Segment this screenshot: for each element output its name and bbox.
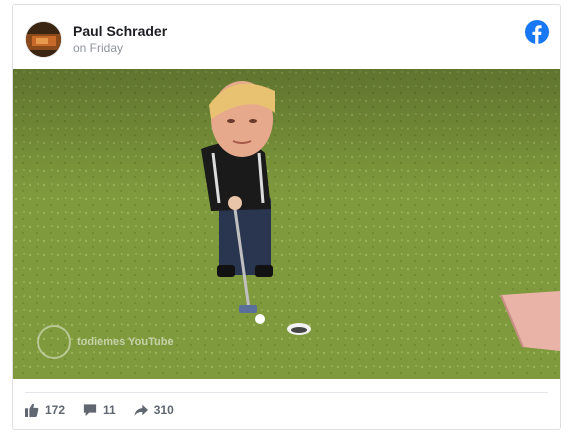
footer-divider [25,392,548,393]
watermark-logo-icon [37,325,71,359]
post-timestamp[interactable]: on Friday [73,41,123,55]
author-name[interactable]: Paul Schrader [73,23,167,39]
watermark-text: todiemes YouTube [77,336,174,348]
shares-stat[interactable]: 310 [134,403,174,417]
video-watermark: todiemes YouTube [37,325,174,359]
comments-count: 11 [103,403,116,417]
post-video[interactable]: todiemes YouTube [13,69,560,379]
thumbs-up-icon [25,403,39,417]
post-header: Paul Schrader on Friday [13,5,560,69]
author-avatar[interactable] [25,21,62,58]
likes-stat[interactable]: 172 [25,403,65,417]
facebook-logo-icon[interactable] [525,20,549,44]
avatar-image [26,22,61,57]
likes-count: 172 [45,403,66,417]
shares-count: 310 [153,403,174,417]
share-icon [134,404,148,416]
post-stats: 172 11 310 [25,403,174,417]
comments-stat[interactable]: 11 [83,403,116,417]
comment-icon [83,404,97,417]
post-card: Paul Schrader on Friday todiemes YouTube… [12,4,561,430]
